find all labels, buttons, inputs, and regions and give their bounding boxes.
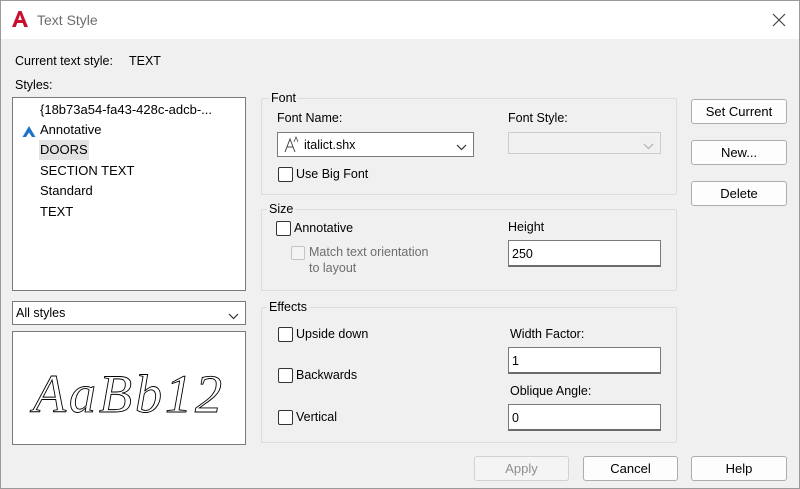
close-icon — [772, 13, 786, 27]
vertical-label: Vertical — [296, 410, 337, 424]
font-group-label: Font — [269, 91, 299, 105]
list-item-style-annotative[interactable]: Annotative — [13, 120, 245, 140]
styles-label: Styles: — [15, 78, 53, 92]
list-item-label: Standard — [40, 183, 93, 198]
list-item-label: SECTION TEXT — [40, 163, 135, 178]
upside-down-label: Upside down — [296, 327, 369, 341]
list-item-style-standard[interactable]: Standard — [13, 181, 245, 201]
font-name-dropdown[interactable]: italict.shx — [277, 132, 474, 157]
autocad-a-icon — [11, 10, 29, 28]
oblique-angle-label: Oblique Angle: — [510, 384, 592, 398]
current-style-value: TEXT — [129, 54, 161, 68]
annotative-label: Annotative — [294, 221, 354, 235]
cancel-button[interactable]: Cancel — [583, 456, 678, 481]
use-big-font-label: Use Big Font — [296, 167, 369, 181]
height-label: Height — [508, 220, 545, 234]
font-style-dropdown[interactable] — [508, 132, 661, 154]
height-input[interactable]: 250 — [508, 240, 661, 267]
effects-group-label: Effects — [267, 300, 309, 314]
title-bar: Text Style — [1, 1, 799, 39]
styles-filter-dropdown[interactable]: All styles — [12, 301, 246, 325]
backwards-checkbox[interactable] — [278, 368, 293, 383]
preview-text: AaBb12 — [30, 364, 225, 424]
size-group-label: Size — [267, 202, 296, 216]
chevron-down-icon — [228, 309, 239, 323]
width-factor-input[interactable]: 1 — [508, 347, 661, 374]
current-style-label: Current text style: — [15, 54, 113, 68]
close-button[interactable] — [765, 7, 793, 33]
annotative-checkbox[interactable] — [276, 221, 291, 236]
styles-list[interactable]: {18b73a54-fa43-428c-adcb-... Annotative … — [12, 97, 246, 291]
set-current-button[interactable]: Set Current — [691, 99, 787, 124]
new-style-button[interactable]: New... — [691, 140, 787, 165]
shx-font-icon — [283, 135, 299, 157]
use-big-font-checkbox[interactable] — [278, 167, 293, 182]
list-item-label: DOORS — [39, 140, 89, 160]
vertical-checkbox[interactable] — [278, 410, 293, 425]
styles-filter-value: All styles — [16, 306, 66, 320]
font-name-label: Font Name: — [277, 111, 343, 125]
backwards-label: Backwards — [296, 368, 358, 382]
list-item-label: TEXT — [40, 204, 74, 219]
upside-down-checkbox[interactable] — [278, 327, 293, 342]
window-title: Text Style — [37, 12, 98, 28]
list-item-style-section-text[interactable]: SECTION TEXT — [13, 161, 245, 181]
match-orientation-label-line2: to layout — [309, 261, 357, 275]
delete-style-button[interactable]: Delete — [691, 181, 787, 206]
list-item-style-guid[interactable]: {18b73a54-fa43-428c-adcb-... — [13, 100, 245, 120]
oblique-angle-input[interactable]: 0 — [508, 404, 661, 431]
chevron-down-icon — [643, 139, 654, 153]
apply-button[interactable]: Apply — [474, 456, 569, 481]
style-preview: AaBb12 — [12, 331, 246, 445]
width-factor-label: Width Factor: — [510, 327, 585, 341]
font-name-value: italict.shx — [304, 138, 356, 152]
match-orientation-label-line1: Match text orientation — [309, 245, 429, 259]
list-item-style-text[interactable]: TEXT — [13, 202, 245, 222]
help-button[interactable]: Help — [691, 456, 787, 481]
chevron-down-icon — [456, 140, 467, 154]
list-item-style-doors[interactable]: DOORS — [13, 140, 245, 160]
list-item-label: {18b73a54-fa43-428c-adcb-... — [40, 102, 213, 117]
match-orientation-checkbox[interactable] — [291, 246, 305, 260]
list-item-label: Annotative — [40, 122, 102, 137]
text-style-dialog: Text Style Current text style: TEXT Styl… — [0, 0, 800, 489]
font-style-label: Font Style: — [508, 111, 568, 125]
preview-sample: AaBb12 — [30, 364, 225, 425]
